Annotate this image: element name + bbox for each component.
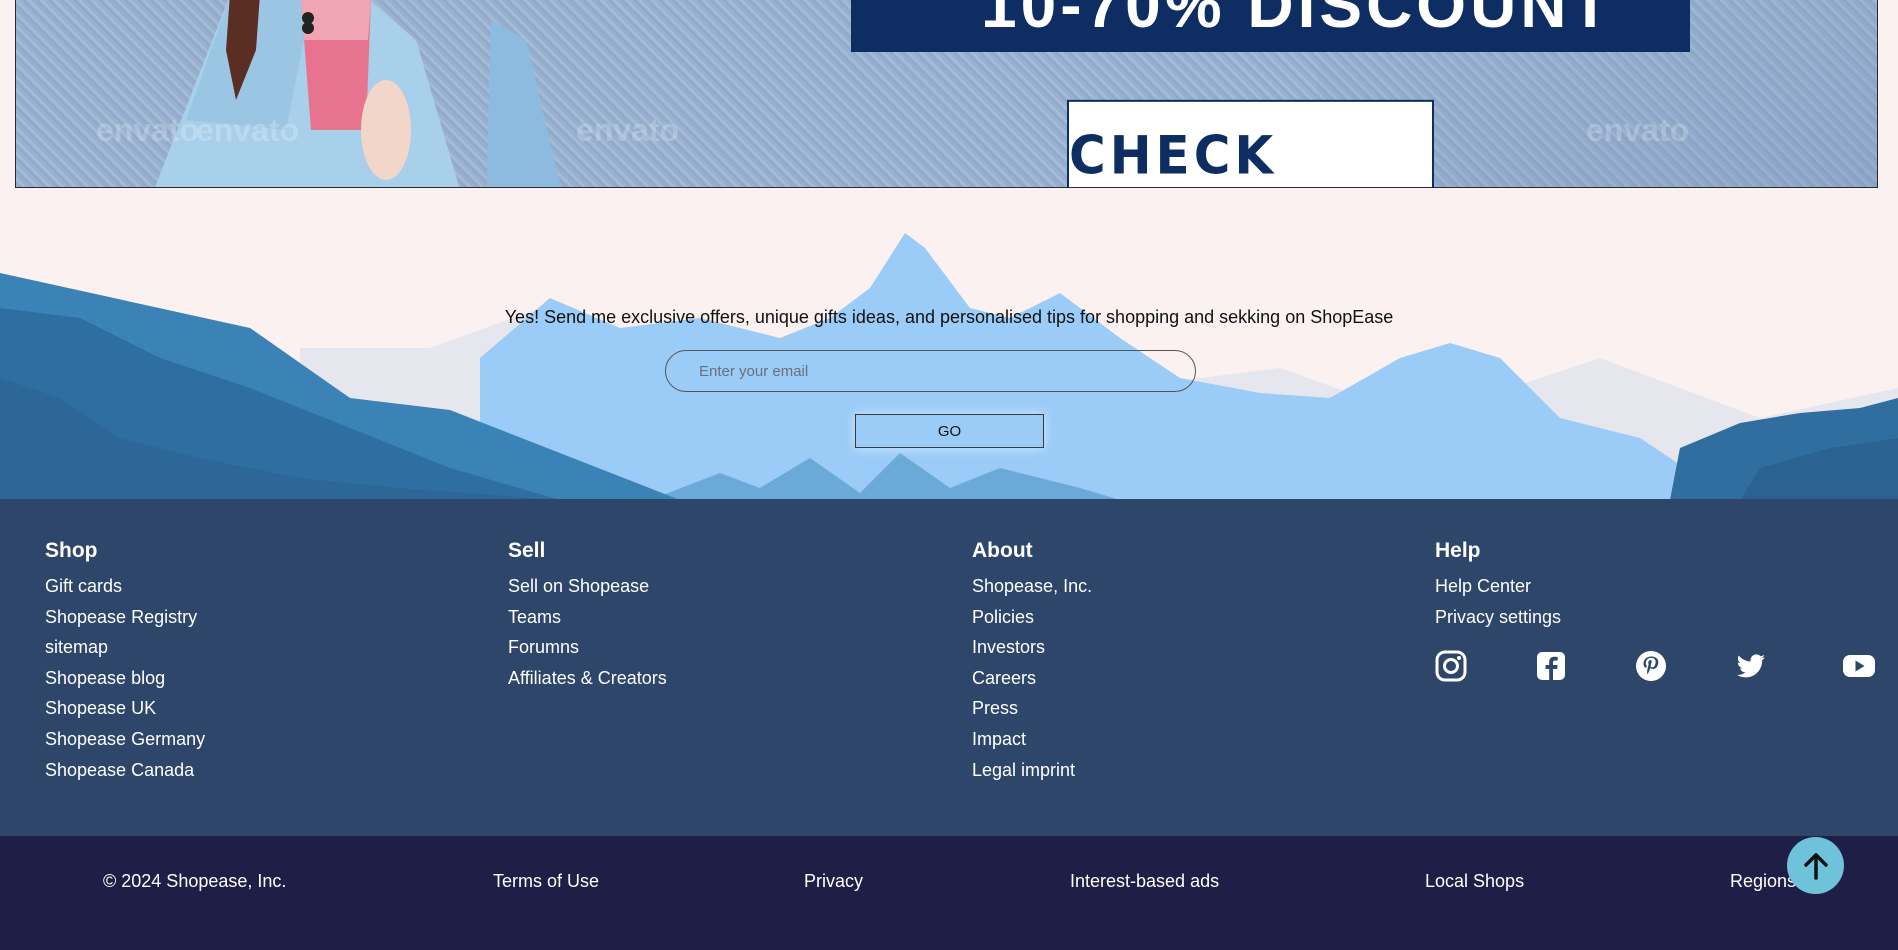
footer-link[interactable]: Forumns xyxy=(508,632,667,663)
watermark-text: envato xyxy=(576,112,680,148)
footer-link[interactable]: Shopease Canada xyxy=(45,755,205,786)
mountain-background xyxy=(0,233,1898,500)
column-title: Shop xyxy=(45,539,98,562)
email-input[interactable] xyxy=(665,350,1196,392)
footer-link[interactable]: sitemap xyxy=(45,632,205,663)
footer-link[interactable]: Careers xyxy=(972,663,1092,694)
facebook-icon[interactable] xyxy=(1534,649,1568,683)
youtube-icon[interactable] xyxy=(1842,649,1876,683)
instagram-icon[interactable] xyxy=(1434,649,1468,683)
newsletter-section: Yes! Send me exclusive offers, unique gi… xyxy=(0,188,1898,500)
footer-link[interactable]: Policies xyxy=(972,602,1092,633)
watermark-text: envato xyxy=(1586,112,1690,148)
footer-link[interactable]: Shopease Registry xyxy=(45,602,205,633)
pinterest-icon[interactable] xyxy=(1634,649,1668,683)
privacy-link[interactable]: Privacy xyxy=(804,871,863,892)
regions-link[interactable]: Regions xyxy=(1730,871,1796,892)
footer-link[interactable]: Teams xyxy=(508,602,667,633)
footer-column-sell: Sell Sell on Shopease Teams Forumns Affi… xyxy=(508,539,667,693)
footer-column-shop: Shop Gift cards Shopease Registry sitema… xyxy=(45,539,205,785)
footer-link[interactable]: Sell on Shopease xyxy=(508,571,667,602)
discount-headline: 10-70% DISCOUNT xyxy=(851,0,1690,52)
footer-link[interactable]: Legal imprint xyxy=(972,755,1092,786)
twitter-icon[interactable] xyxy=(1734,649,1768,683)
promo-banner[interactable]: envato envato envato envato envato 10-70… xyxy=(15,0,1878,188)
footer-link[interactable]: Help Center xyxy=(1435,571,1561,602)
footer-link[interactable]: Privacy settings xyxy=(1435,602,1561,633)
footer-links: Shop Gift cards Shopease Registry sitema… xyxy=(0,499,1898,836)
column-title: Sell xyxy=(508,539,546,562)
watermark-text: envato xyxy=(196,112,300,148)
footer-column-about: About Shopease, Inc. Policies Investors … xyxy=(972,539,1092,785)
footer-link[interactable]: Affiliates & Creators xyxy=(508,663,667,694)
go-button[interactable]: GO xyxy=(855,414,1044,448)
copyright-text: © 2024 Shopease, Inc. xyxy=(103,871,287,891)
arrow-up-icon xyxy=(1803,852,1828,880)
terms-link[interactable]: Terms of Use xyxy=(493,871,599,892)
footer-link[interactable]: Shopease UK xyxy=(45,693,205,724)
scroll-to-top-button[interactable] xyxy=(1787,837,1844,894)
check-now-button[interactable]: CHECK NOW xyxy=(1067,99,1434,187)
footer-column-help: Help Help Center Privacy settings xyxy=(1435,539,1561,632)
footer-link[interactable]: Gift cards xyxy=(45,571,205,602)
newsletter-message: Yes! Send me exclusive offers, unique gi… xyxy=(504,307,1394,327)
footer-link[interactable]: Press xyxy=(972,693,1092,724)
bottom-bar: © 2024 Shopease, Inc. Terms of Use Priva… xyxy=(0,836,1898,950)
discount-text: 10-70% DISCOUNT xyxy=(981,0,1614,41)
footer-link[interactable]: Shopease, Inc. xyxy=(972,571,1092,602)
column-title: About xyxy=(972,539,1033,562)
column-title: Help xyxy=(1435,539,1481,562)
watermark-text: envato xyxy=(96,112,200,148)
footer-link[interactable]: Impact xyxy=(972,724,1092,755)
local-shops-link[interactable]: Local Shops xyxy=(1425,871,1524,892)
footer-link[interactable]: Shopease Germany xyxy=(45,724,205,755)
footer-link[interactable]: Shopease blog xyxy=(45,663,205,694)
banner-model-image xyxy=(155,0,561,187)
social-links xyxy=(1434,649,1878,685)
footer-link[interactable]: Investors xyxy=(972,632,1092,663)
interest-based-ads-link[interactable]: Interest-based ads xyxy=(1070,871,1219,892)
